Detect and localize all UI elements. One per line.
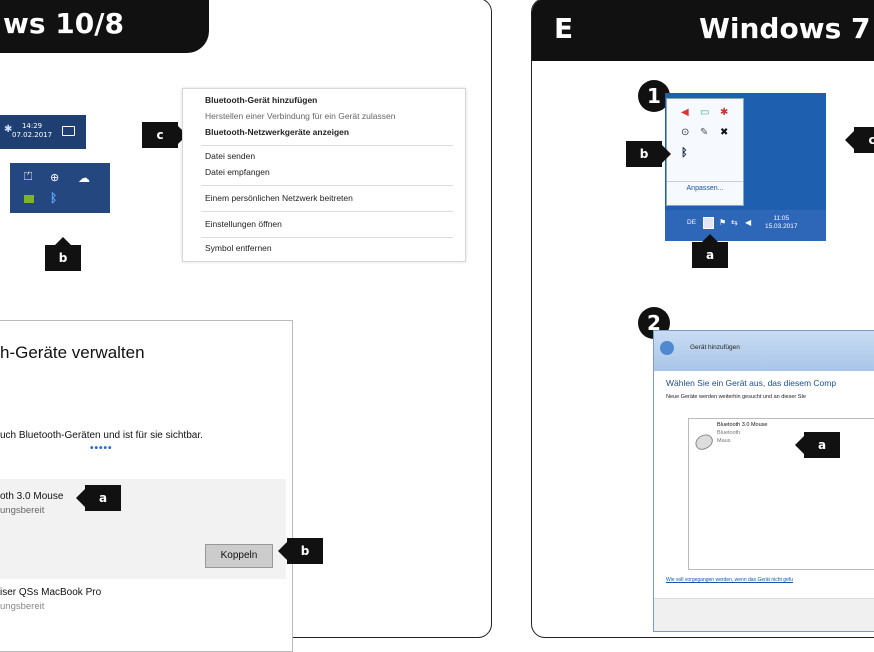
win7-taskbar-date: 15.03.2017 [765, 223, 798, 230]
section-tab-left: ws 10/8 [0, 0, 209, 53]
wizard-title-text: Gerät hinzufügen [690, 344, 740, 351]
menu-item-join-network[interactable]: Einem persönlichen Netzwerk beitreten [205, 193, 353, 203]
device-list: Bluetooth 3.0 Mouse Bluetooth Maus [688, 418, 874, 570]
callout-a-taskbar: a [692, 234, 728, 268]
menu-item-show-network-devices[interactable]: Bluetooth-Netzwerkgeräte anzeigen [205, 127, 349, 137]
section-letter: E [554, 12, 574, 45]
bluetooth-icon[interactable]: ᛒ [681, 147, 688, 159]
wizard-heading: Wählen Sie ein Gerät aus, das diesem Com… [666, 378, 837, 388]
wizard-footer [654, 598, 874, 631]
callout-c-win7: c [845, 127, 874, 153]
bluetooth-context-menu: Bluetooth-Gerät hinzufügen Herstellen ei… [182, 88, 466, 262]
usb-icon[interactable]: ⏍ [24, 171, 36, 183]
globe-icon[interactable]: ⊕ [50, 171, 62, 184]
callout-a-wizard: a [795, 432, 840, 458]
volume-tray-icon[interactable]: ◀ [745, 218, 751, 227]
searching-dots: ••••• [90, 443, 113, 454]
device-row-mouse[interactable]: oth 3.0 Mouse ungsbereit Koppeln [0, 479, 286, 579]
device-item-kind: Maus [717, 438, 731, 444]
mouse-icon [692, 431, 716, 453]
settings-heading: h-Geräte verwalten [0, 343, 145, 362]
flag-icon[interactable]: ✖ [720, 127, 728, 138]
callout-c-menu: c [142, 122, 187, 148]
win7-taskbar: DE ⚑ ⇆ ◀ 11:05 15.03.2017 [665, 210, 826, 241]
back-arrow-icon[interactable] [660, 341, 674, 355]
menu-item-receive-file[interactable]: Datei empfangen [205, 167, 270, 177]
device-status-macbook: ungsbereit [0, 601, 45, 612]
device-item-name: Bluetooth 3.0 Mouse [717, 422, 768, 428]
callout-b-tray: b [45, 237, 81, 271]
win7-tray-popup: ◀ ▭ ✱ ⊙ ✎ ✖ ᛒ Anpassen... [666, 98, 744, 206]
onedrive-icon[interactable]: ☁ [78, 171, 90, 185]
callout-a-device: a [76, 485, 121, 511]
add-device-wizard: Gerät hinzufügen Wählen Sie ein Gerät au… [653, 330, 874, 632]
volume-icon[interactable]: ◀ [681, 107, 689, 118]
network-tray-icon[interactable]: ⇆ [731, 218, 738, 227]
menu-separator [201, 185, 453, 186]
device-name-mouse: oth 3.0 Mouse [0, 491, 64, 502]
network-icon[interactable]: ▭ [700, 107, 709, 118]
callout-b-pair: b [278, 538, 323, 564]
tray-overflow-popup: ⏍ ⊕ ☁ ᛒ [10, 163, 110, 213]
menu-separator [201, 237, 453, 238]
bluetooth-settings-window: h-Geräte verwalten uch Bluetooth-Geräten… [0, 320, 293, 652]
help-link[interactable]: Wie soll vorgegangen werden, wenn das Ge… [666, 577, 793, 583]
menu-item-add-device[interactable]: Bluetooth-Gerät hinzufügen [205, 95, 317, 105]
taskbar-date: 07.02.2017 [12, 131, 53, 139]
device-name-macbook[interactable]: iser QSs MacBook Pro [0, 587, 101, 598]
menu-separator [201, 211, 453, 212]
power-icon[interactable]: ✱ [720, 107, 728, 118]
pair-button[interactable]: Koppeln [205, 544, 273, 568]
menu-item-send-file[interactable]: Datei senden [205, 151, 255, 161]
callout-b-win7: b [626, 141, 671, 167]
menu-item-allow-connection[interactable]: Herstellen einer Verbindung für ein Gerä… [205, 111, 395, 121]
menu-item-open-settings[interactable]: Einstellungen öffnen [205, 219, 282, 229]
section-tab-right: E Windows 7 [532, 0, 874, 61]
win10-taskbar: ✱ 14:29 07.02.2017 [0, 115, 86, 149]
nvidia-icon[interactable] [24, 195, 34, 203]
device-status-mouse: ungsbereit [0, 505, 45, 516]
win7-taskbar-time: 11:05 [773, 215, 790, 222]
action-flag-icon[interactable]: ⚑ [719, 218, 726, 227]
device-item-type: Bluetooth [717, 430, 741, 436]
show-hidden-icons[interactable] [703, 217, 714, 229]
section-title-left: ws 10/8 [3, 7, 124, 40]
language-indicator[interactable]: DE [687, 219, 696, 226]
device-item-mouse[interactable]: Bluetooth 3.0 Mouse Bluetooth Maus [689, 419, 769, 459]
wizard-titlebar: Gerät hinzufügen [654, 331, 874, 371]
section-title-right: Windows 7 [699, 12, 871, 45]
pen-icon[interactable]: ✎ [700, 127, 708, 138]
settings-info-text: uch Bluetooth-Geräten und ist für sie si… [0, 430, 203, 441]
clock-icon[interactable]: ⊙ [681, 127, 689, 138]
action-center-icon[interactable] [62, 126, 75, 136]
bluetooth-icon[interactable]: ᛒ [50, 191, 57, 205]
menu-item-remove-icon[interactable]: Symbol entfernen [205, 243, 272, 253]
taskbar-time: 14:29 [21, 122, 43, 130]
menu-separator [201, 145, 453, 146]
wizard-subtext: Neue Geräte werden weiterhin gesucht und… [666, 394, 807, 400]
customize-link[interactable]: Anpassen... [667, 181, 743, 192]
